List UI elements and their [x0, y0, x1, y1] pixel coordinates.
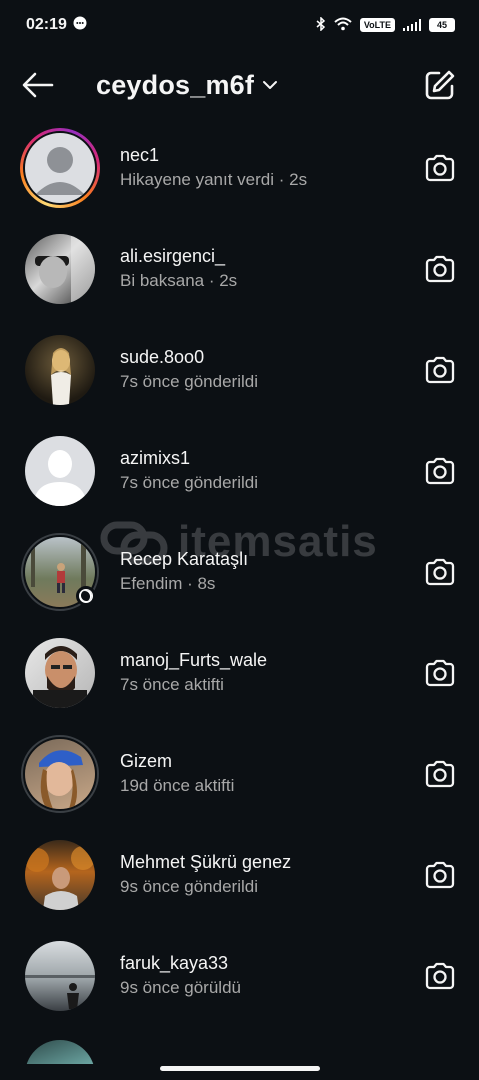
avatar-container[interactable]: [20, 330, 100, 410]
camera-icon[interactable]: [423, 252, 457, 286]
story-ring-seen: [21, 734, 99, 813]
default-avatar-icon: [33, 449, 87, 506]
battery-icon: 45: [429, 18, 455, 32]
contact-name: Gizem: [120, 751, 173, 771]
message-preview: 7s önce gönderildi: [120, 473, 258, 492]
conversation-text: Recep Karataşlı Efendim · 8s: [120, 549, 423, 594]
conversation-row[interactable]: nec1 Hikayene yanıt verdi · 2s: [0, 117, 479, 218]
default-avatar-icon: [35, 146, 85, 195]
conversation-row[interactable]: ali.esirgenci_ Bi baksana · 2s: [0, 218, 479, 319]
contact-name: sude.8oo0: [120, 347, 205, 367]
message-preview: Efendim · 8s: [120, 574, 216, 593]
avatar: [25, 1040, 95, 1064]
avatar: [25, 738, 95, 809]
conversation-row[interactable]: Gizem 19d önce aktifti: [0, 723, 479, 824]
bluetooth-icon: [316, 15, 326, 34]
avatar: [25, 637, 95, 708]
camera-icon[interactable]: [423, 858, 457, 892]
contact-name: manoj_Furts_wale: [120, 650, 268, 670]
avatar-container[interactable]: [20, 229, 100, 309]
avatar: [25, 233, 95, 304]
avatar: [25, 435, 95, 506]
conversation-row[interactable]: sude.8oo0 7s önce gönderildi: [0, 319, 479, 420]
conversation-row[interactable]: manoj_Furts_wale 7s önce aktifti: [0, 622, 479, 723]
status-time: 02:19: [26, 16, 67, 33]
home-indicator[interactable]: [160, 1066, 320, 1071]
avatar: [25, 132, 95, 203]
avatar-container[interactable]: [20, 633, 100, 713]
wifi-icon: [334, 17, 352, 34]
chevron-down-icon[interactable]: [262, 80, 278, 90]
avatar: [25, 334, 95, 405]
conversation-row[interactable]: azimixs1 7s önce gönderildi: [0, 420, 479, 521]
camera-icon[interactable]: [423, 151, 457, 185]
arrow-left-icon[interactable]: [22, 69, 54, 101]
conversation-text: faruk_kaya33 9s önce görüldü: [120, 953, 423, 998]
contact-name: azimixs1: [120, 448, 191, 468]
conversation-text: nec1 Hikayene yanıt verdi · 2s: [120, 145, 423, 190]
signal-icon: [403, 19, 421, 31]
conversation-text: azimixs1 7s önce gönderildi: [120, 448, 423, 493]
message-preview: 7s önce gönderildi: [120, 372, 258, 391]
camera-icon[interactable]: [423, 353, 457, 387]
conversation-text: manoj_Furts_wale 7s önce aktifti: [120, 650, 423, 695]
avatar-container[interactable]: [20, 835, 100, 915]
camera-icon[interactable]: [423, 555, 457, 589]
message-preview: 9s önce gönderildi: [120, 877, 258, 896]
story-ring: [20, 127, 100, 208]
moon-icon: [76, 585, 96, 606]
message-preview: Hikayene yanıt verdi · 2s: [120, 170, 308, 189]
status-right: VoLTE 45: [316, 15, 455, 34]
camera-icon[interactable]: [423, 959, 457, 993]
conversation-row[interactable]: Recep Karataşlı Efendim · 8s: [0, 521, 479, 622]
conversation-row[interactable]: faruk_kaya33 9s önce görüldü: [0, 925, 479, 1026]
avatar-container[interactable]: [20, 936, 100, 1016]
camera-icon[interactable]: [423, 757, 457, 791]
message-preview: 19d önce aktifti: [120, 776, 235, 795]
conversation-list: nec1 Hikayene yanıt verdi · 2s ali.esirg…: [0, 117, 479, 1026]
compose-icon[interactable]: [423, 68, 457, 102]
volte-badge: VoLTE: [359, 18, 395, 32]
contact-name: Mehmet Şükrü genez: [120, 852, 292, 872]
avatar-container[interactable]: [20, 532, 100, 612]
avatar-container[interactable]: [20, 431, 100, 511]
conversation-text: sude.8oo0 7s önce gönderildi: [120, 347, 423, 392]
avatar-container[interactable]: [20, 127, 100, 208]
message-preview: Bi baksana · 2s: [120, 271, 238, 290]
partial-conversation-row[interactable]: [25, 1040, 95, 1064]
conversation-text: Mehmet Şükrü genez 9s önce gönderildi: [120, 852, 423, 897]
contact-name: Recep Karataşlı: [120, 549, 249, 569]
status-left: 02:19: [26, 16, 87, 35]
camera-icon[interactable]: [423, 656, 457, 690]
contact-name: faruk_kaya33: [120, 953, 229, 973]
message-preview: 9s önce görüldü: [120, 978, 241, 997]
contact-name: ali.esirgenci_: [120, 246, 226, 266]
camera-icon[interactable]: [423, 454, 457, 488]
avatar: [25, 839, 95, 910]
conversation-row[interactable]: Mehmet Şükrü genez 9s önce gönderildi: [0, 824, 479, 925]
account-username[interactable]: ceydos_m6f: [96, 70, 254, 101]
header: ceydos_m6f: [0, 55, 479, 115]
avatar-container[interactable]: [20, 734, 100, 814]
message-notification-icon: [73, 16, 87, 35]
conversation-text: ali.esirgenci_ Bi baksana · 2s: [120, 246, 423, 291]
contact-name: nec1: [120, 145, 160, 165]
avatar: [25, 940, 95, 1011]
status-bar: 02:19 VoLTE 45: [0, 0, 479, 50]
message-preview: 7s önce aktifti: [120, 675, 224, 694]
conversation-text: Gizem 19d önce aktifti: [120, 751, 423, 796]
